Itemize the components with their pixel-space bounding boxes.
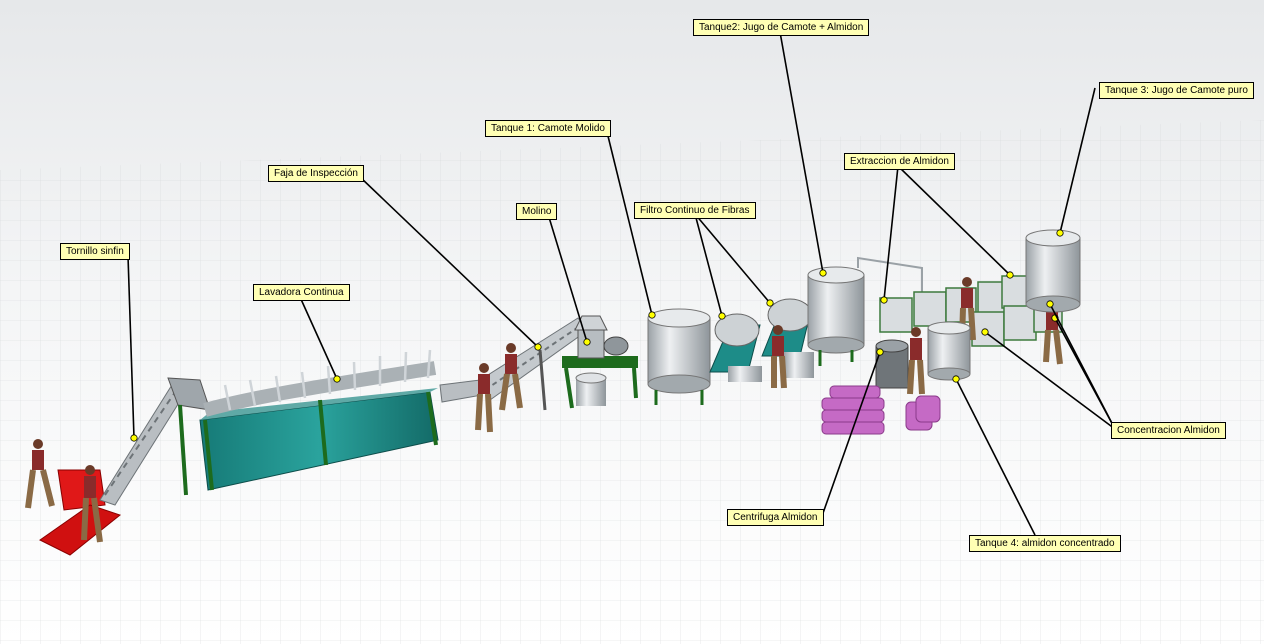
leader-anchor-dot — [1046, 300, 1054, 308]
callout-tanque-4[interactable]: Tanque 4: almidon concentrado — [969, 535, 1121, 552]
callout-lavadora-continua[interactable]: Lavadora Continua — [253, 284, 350, 301]
callout-molino[interactable]: Molino — [516, 203, 558, 220]
leader-anchor-dot — [130, 434, 138, 442]
leader-anchor-dot — [1056, 229, 1064, 237]
callout-tornillo-sinfin[interactable]: Tornillo sinfin — [60, 243, 130, 260]
callout-concentracion-almidon[interactable]: Concentracion Almidon — [1111, 422, 1226, 439]
starch-centrifuge — [875, 339, 909, 389]
callout-faja-inspeccion[interactable]: Faja de Inspección — [268, 165, 364, 182]
leader-anchor-dot — [333, 375, 341, 383]
leader-anchor-dot — [819, 269, 827, 277]
leader-anchor-dot — [876, 348, 884, 356]
leader-anchor-dot — [880, 296, 888, 304]
leader-anchor-dot — [648, 311, 656, 319]
tank-4 — [927, 321, 971, 381]
leader-anchor-dot — [534, 343, 542, 351]
tank-1 — [647, 308, 711, 405]
callout-tanque-2[interactable]: Tanque2: Jugo de Camote + Almidon — [693, 19, 870, 36]
callout-extraccion-almidon[interactable]: Extraccion de Almidon — [844, 153, 955, 170]
callout-filtro-continuo[interactable]: Filtro Continuo de Fibras — [634, 202, 756, 219]
callout-tanque-1[interactable]: Tanque 1: Camote Molido — [485, 120, 611, 137]
leader-anchor-dot — [952, 375, 960, 383]
leader-anchor-dot — [1006, 271, 1014, 279]
tank-3 — [1025, 229, 1081, 313]
callout-centrifuga-almidon[interactable]: Centrifuga Almidon — [727, 509, 824, 526]
callout-tanque-3[interactable]: Tanque 3: Jugo de Camote puro — [1099, 82, 1254, 99]
leader-anchor-dot — [718, 312, 726, 320]
leader-anchor-dot — [981, 328, 989, 336]
leader-anchor-dot — [766, 299, 774, 307]
leader-anchor-dot — [583, 338, 591, 346]
